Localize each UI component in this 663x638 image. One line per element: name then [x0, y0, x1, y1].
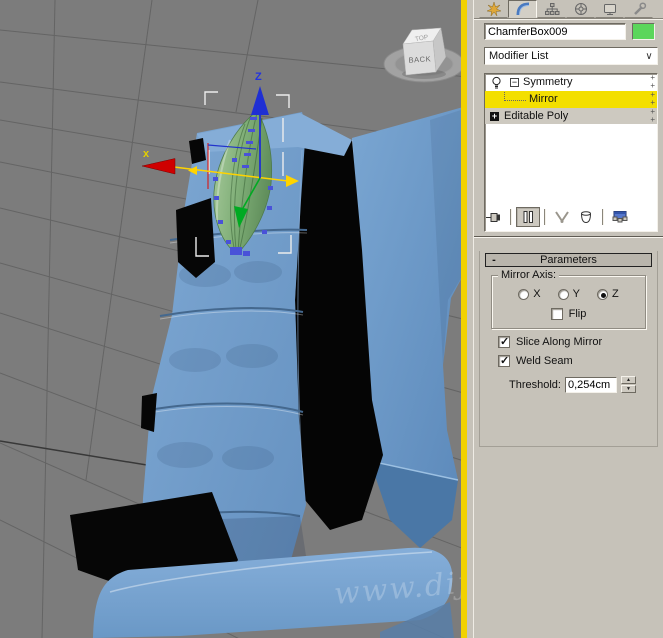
make-unique-button[interactable] — [550, 207, 574, 227]
modifier-label: Mirror — [529, 93, 558, 105]
configure-modifier-sets-icon — [612, 211, 628, 223]
pin-stack-icon — [486, 213, 500, 222]
slice-along-mirror-label: Slice Along Mirror — [516, 336, 603, 348]
parameters-rollout: - Parameters Mirror Axis: X Y Z Flip ✓ S… — [479, 251, 658, 447]
tab-utilities[interactable] — [624, 0, 653, 18]
radio-z-label: Z — [611, 288, 619, 300]
spinner-up-button[interactable]: ▲ — [620, 376, 636, 384]
threshold-input[interactable] — [564, 376, 617, 393]
trash-icon — [581, 211, 591, 224]
weld-seam-label: Weld Seam — [516, 355, 573, 367]
threshold-spinner: ▲ ▼ — [620, 376, 636, 393]
viewcube-back-label[interactable]: BACK — [408, 54, 431, 65]
slice-along-mirror-box[interactable] — [498, 335, 510, 348]
viewcube[interactable]: TOP BACK — [383, 27, 464, 83]
panel-splitter[interactable] — [474, 236, 663, 238]
tab-motion[interactable] — [566, 0, 595, 18]
radio-x-label: X — [533, 288, 541, 300]
collapse-expander-icon[interactable]: − — [510, 78, 519, 87]
mirror-axis-radios: X Y Z — [496, 288, 641, 300]
stack-row-mirror[interactable]: Mirror + + — [485, 91, 657, 108]
remove-modifier-button[interactable] — [574, 207, 598, 227]
bulb-icon[interactable] — [490, 76, 503, 89]
radio-y-dot[interactable] — [557, 288, 569, 300]
pin-stack-button[interactable] — [482, 207, 506, 227]
weld-seam-checkbox[interactable]: Weld Seam — [498, 354, 652, 367]
configure-modifier-sets-button[interactable] — [608, 207, 632, 227]
tab-create[interactable] — [479, 0, 508, 18]
tab-hierarchy[interactable] — [537, 0, 566, 18]
tabs-divider — [474, 18, 663, 20]
tab-modify[interactable] — [508, 0, 537, 18]
viewport-scene: www.dijitaldevs.com x Z TOP BACK — [0, 0, 464, 638]
make-unique-icon — [555, 211, 569, 223]
z-axis-arrowhead[interactable] — [251, 86, 269, 115]
hierarchy-icon — [544, 3, 559, 15]
stack-toolbar — [482, 206, 632, 228]
z-axis-label: Z — [255, 71, 262, 83]
object-name-field[interactable] — [484, 23, 626, 40]
weld-seam-box[interactable] — [498, 354, 510, 367]
mirror-axis-group: Mirror Axis: X Y Z Flip — [491, 269, 646, 329]
parameters-rollout-header[interactable]: - Parameters — [485, 253, 652, 267]
flip-checkbox[interactable]: Flip — [550, 308, 587, 320]
radio-y[interactable]: Y — [557, 288, 580, 300]
threshold-row: Threshold: ▲ ▼ — [509, 376, 652, 393]
show-end-result-button[interactable] — [516, 207, 540, 227]
viewport-3d[interactable]: www.dijitaldevs.com x Z TOP BACK — [0, 0, 467, 638]
utilities-icon — [633, 2, 646, 15]
x-axis-label: x — [143, 148, 150, 160]
slice-along-mirror-checkbox[interactable]: Slice Along Mirror — [498, 335, 652, 348]
tab-display[interactable] — [595, 0, 624, 18]
chevron-down-icon: ∨ — [645, 50, 653, 62]
3ds-max-window: www.dijitaldevs.com x Z TOP BACK Chamfer… — [0, 0, 663, 638]
motion-icon — [574, 3, 587, 15]
modifier-list-dropdown[interactable]: Modifier List ∨ — [484, 47, 658, 65]
command-panel: Modifier List ∨ − Symmetry ++ Mirror ++ … — [473, 0, 663, 638]
flip-checkbox-box[interactable] — [550, 308, 563, 320]
spinner-down-button[interactable]: ▼ — [620, 385, 636, 393]
tree-connector — [504, 92, 526, 101]
radio-z-dot[interactable] — [596, 288, 608, 300]
flip-label: Flip — [568, 308, 587, 320]
radio-x-dot[interactable] — [518, 288, 530, 300]
stack-row-symmetry[interactable]: − Symmetry + + — [485, 74, 657, 91]
object-color-swatch[interactable] — [632, 23, 655, 40]
modifier-label: Editable Poly — [504, 110, 569, 122]
radio-x[interactable]: X — [518, 288, 541, 300]
modifier-list-label: Modifier List — [489, 50, 549, 62]
modifier-label: Symmetry — [523, 76, 573, 88]
x-axis-arrowhead[interactable] — [141, 158, 176, 175]
radio-z[interactable]: Z — [596, 288, 619, 300]
mirror-axis-label: Mirror Axis: — [498, 269, 559, 281]
modify-icon — [516, 2, 529, 16]
command-panel-tabs — [479, 0, 653, 18]
rollout-collapse-icon[interactable]: - — [486, 254, 502, 266]
radio-y-label: Y — [572, 288, 580, 300]
stack-row-editable-poly[interactable]: + Editable Poly + + — [485, 108, 657, 124]
rollout-title: Parameters — [540, 254, 597, 266]
show-end-result-icon — [523, 211, 533, 223]
expand-plus-icon[interactable]: + — [490, 111, 499, 121]
display-icon — [603, 4, 616, 15]
threshold-label: Threshold: — [509, 378, 561, 391]
create-icon — [485, 1, 502, 17]
